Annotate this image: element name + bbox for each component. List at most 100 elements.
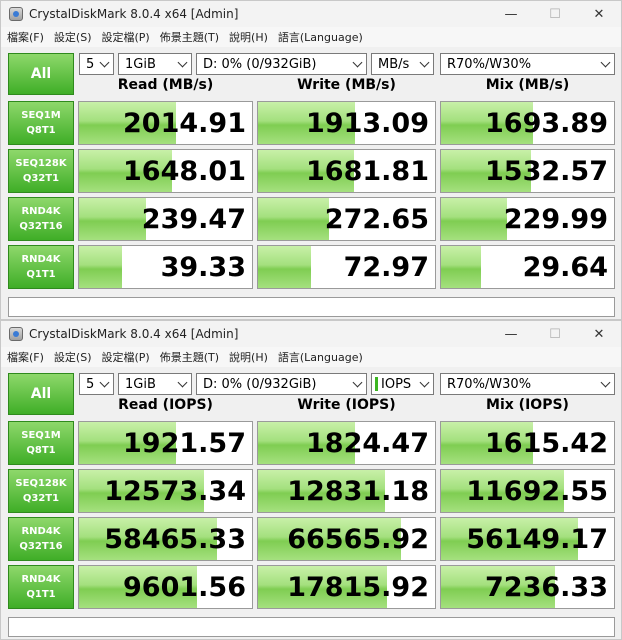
- menu-profile[interactable]: 設定檔(P): [102, 349, 150, 365]
- result-mix: 1615.42: [440, 421, 615, 465]
- test-name: SEQ128K: [15, 478, 67, 489]
- result-value: 12573.34: [104, 475, 246, 507]
- result-value: 1913.09: [306, 107, 429, 139]
- maximize-button[interactable]: ☐: [533, 321, 577, 347]
- menu-bar: 檔案(F) 設定(S) 設定檔(P) 佈景主題(T) 說明(H) 語言(Lang…: [1, 27, 621, 47]
- chevron-down-icon: [353, 59, 363, 69]
- menu-file[interactable]: 檔案(F): [7, 349, 44, 365]
- profile-select[interactable]: R70%/W30%: [440, 53, 615, 75]
- write-header: Write (MB/s): [297, 77, 396, 93]
- test-count-select[interactable]: 5: [79, 373, 114, 395]
- menu-help[interactable]: 說明(H): [229, 349, 268, 365]
- profile-value: R70%/W30%: [447, 56, 532, 72]
- close-button[interactable]: ✕: [577, 321, 621, 347]
- result-read: 239.47: [78, 197, 253, 241]
- read-header: Read (IOPS): [118, 397, 213, 413]
- profile-select[interactable]: R70%/W30%: [440, 373, 615, 395]
- progress-bar: [258, 246, 312, 288]
- write-header: Write (IOPS): [297, 397, 396, 413]
- result-value: 1824.47: [306, 427, 429, 459]
- result-mix: 1693.89: [440, 101, 615, 145]
- result-value: 39.33: [160, 251, 246, 283]
- run-all-button[interactable]: All: [8, 373, 74, 415]
- test-button-seq1m-q8t1[interactable]: SEQ1M Q8T1: [8, 421, 74, 465]
- menu-theme[interactable]: 佈景主題(T): [160, 29, 219, 45]
- menu-theme[interactable]: 佈景主題(T): [160, 349, 219, 365]
- menu-settings[interactable]: 設定(S): [54, 349, 92, 365]
- test-button-rnd4k-q1t1[interactable]: RND4K Q1T1: [8, 245, 74, 289]
- result-mix: 229.99: [440, 197, 615, 241]
- test-queue: Q1T1: [26, 589, 56, 600]
- result-mix: 29.64: [440, 245, 615, 289]
- test-name: RND4K: [21, 206, 61, 217]
- chevron-down-icon: [353, 379, 363, 389]
- comment-input[interactable]: [8, 617, 615, 637]
- result-value: 12831.18: [287, 475, 429, 507]
- test-name: SEQ128K: [15, 158, 67, 169]
- close-button[interactable]: ✕: [577, 1, 621, 27]
- drive-select[interactable]: D: 0% (0/932GiB): [196, 53, 367, 75]
- benchmark-window-mbps: CrystalDiskMark 8.0.4 x64 [Admin] — ☐ ✕ …: [0, 0, 622, 320]
- result-value: 2014.91: [123, 107, 246, 139]
- result-write: 12831.18: [257, 469, 436, 513]
- result-value: 1615.42: [485, 427, 608, 459]
- test-count-select[interactable]: 5: [79, 53, 114, 75]
- drive-select[interactable]: D: 0% (0/932GiB): [196, 373, 367, 395]
- chevron-down-icon: [601, 379, 611, 389]
- result-write: 1913.09: [257, 101, 436, 145]
- result-read: 12573.34: [78, 469, 253, 513]
- menu-profile[interactable]: 設定檔(P): [102, 29, 150, 45]
- test-size-value: 1GiB: [125, 56, 156, 72]
- test-size-select[interactable]: 1GiB: [118, 53, 192, 75]
- comment-input[interactable]: [8, 297, 615, 317]
- chevron-down-icon: [178, 59, 188, 69]
- progress-bar: [258, 198, 329, 240]
- progress-bar: [79, 246, 123, 288]
- test-queue: Q32T16: [19, 541, 63, 552]
- test-button-seq1m-q8t1[interactable]: SEQ1M Q8T1: [8, 101, 74, 145]
- test-queue: Q32T1: [22, 493, 60, 504]
- test-button-seq128k-q32t1[interactable]: SEQ128K Q32T1: [8, 149, 74, 193]
- result-value: 1693.89: [485, 107, 608, 139]
- menu-settings[interactable]: 設定(S): [54, 29, 92, 45]
- window-title: CrystalDiskMark 8.0.4 x64 [Admin]: [29, 7, 239, 21]
- result-read: 1648.01: [78, 149, 253, 193]
- result-value: 29.64: [522, 251, 608, 283]
- result-read: 9601.56: [78, 565, 253, 609]
- result-value: 1648.01: [123, 155, 246, 187]
- run-all-button[interactable]: All: [8, 53, 74, 95]
- result-value: 9601.56: [123, 571, 246, 603]
- menu-language[interactable]: 語言(Language): [278, 349, 363, 365]
- result-write: 272.65: [257, 197, 436, 241]
- menu-language[interactable]: 語言(Language): [278, 29, 363, 45]
- test-button-rnd4k-q32t16[interactable]: RND4K Q32T16: [8, 517, 74, 561]
- result-value: 272.65: [324, 203, 429, 235]
- test-button-seq128k-q32t1[interactable]: SEQ128K Q32T1: [8, 469, 74, 513]
- result-value: 1921.57: [123, 427, 246, 459]
- app-icon: [9, 327, 23, 341]
- chevron-down-icon: [601, 59, 611, 69]
- maximize-button[interactable]: ☐: [533, 1, 577, 27]
- menu-file[interactable]: 檔案(F): [7, 29, 44, 45]
- chevron-down-icon: [420, 59, 430, 69]
- test-queue: Q1T1: [26, 269, 56, 280]
- result-value: 17815.92: [287, 571, 429, 603]
- test-size-select[interactable]: 1GiB: [118, 373, 192, 395]
- result-value: 72.97: [343, 251, 429, 283]
- minimize-button[interactable]: —: [489, 1, 533, 27]
- result-value: 58465.33: [104, 523, 246, 555]
- progress-bar: [79, 198, 147, 240]
- minimize-button[interactable]: —: [489, 321, 533, 347]
- progress-bar: [441, 246, 481, 288]
- unit-select[interactable]: MB/s: [371, 53, 434, 75]
- result-value: 1681.81: [306, 155, 429, 187]
- unit-value: MB/s: [378, 56, 410, 72]
- menu-help[interactable]: 說明(H): [229, 29, 268, 45]
- test-size-value: 1GiB: [125, 376, 156, 392]
- test-queue: Q32T16: [19, 221, 63, 232]
- test-button-rnd4k-q32t16[interactable]: RND4K Q32T16: [8, 197, 74, 241]
- result-value: 1532.57: [485, 155, 608, 187]
- test-button-rnd4k-q1t1[interactable]: RND4K Q1T1: [8, 565, 74, 609]
- unit-select[interactable]: IOPS: [371, 373, 434, 395]
- result-write: 17815.92: [257, 565, 436, 609]
